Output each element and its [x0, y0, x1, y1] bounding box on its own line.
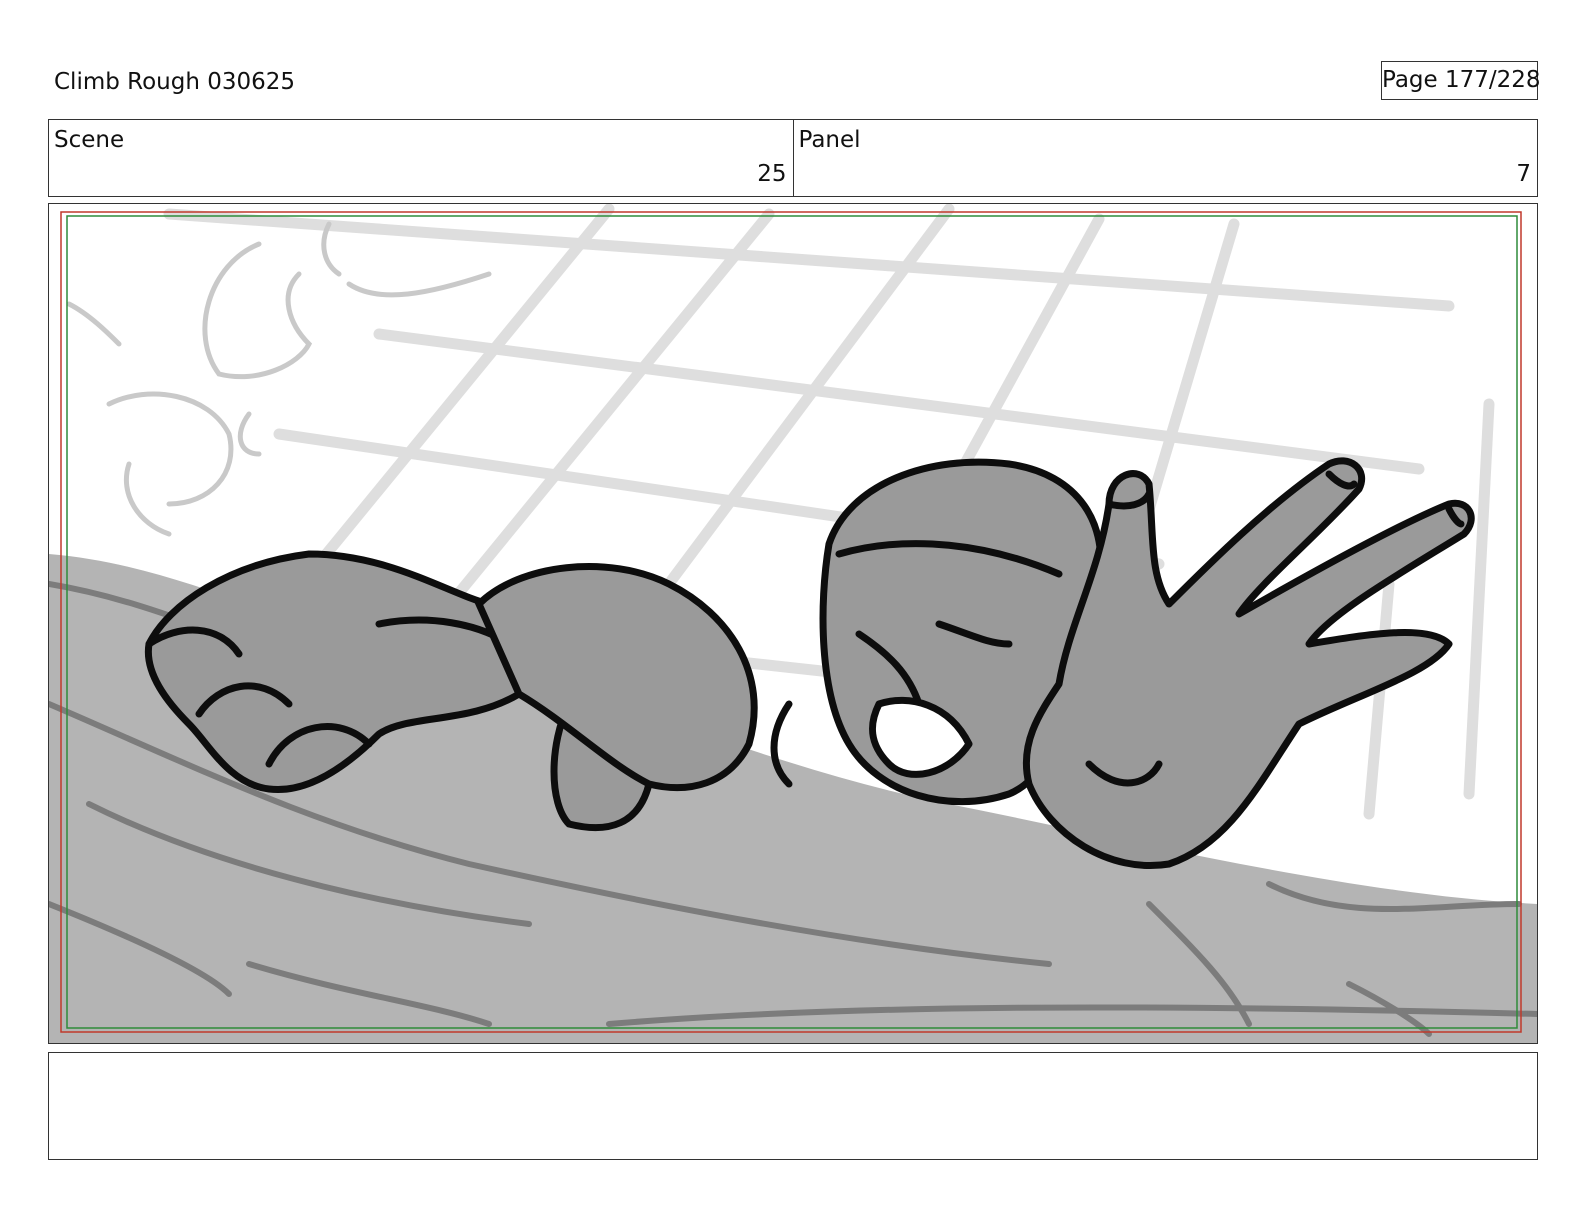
notes-box: [48, 1052, 1538, 1160]
panel-cell: Panel 7: [792, 120, 1538, 196]
document-title: Climb Rough 030625: [54, 69, 296, 95]
storyboard-panel-image: [48, 203, 1538, 1044]
panel-label: Panel: [798, 127, 861, 153]
storyboard-sketch-drawing: [49, 204, 1537, 1043]
panel-number: 7: [1516, 161, 1531, 187]
scene-label: Scene: [54, 127, 125, 153]
page-counter: Page 177/228: [1381, 61, 1541, 100]
scene-number: 25: [757, 161, 787, 187]
scene-panel-info-row: Scene 25 Panel 7: [48, 119, 1538, 197]
scene-cell: Scene 25: [49, 120, 793, 196]
